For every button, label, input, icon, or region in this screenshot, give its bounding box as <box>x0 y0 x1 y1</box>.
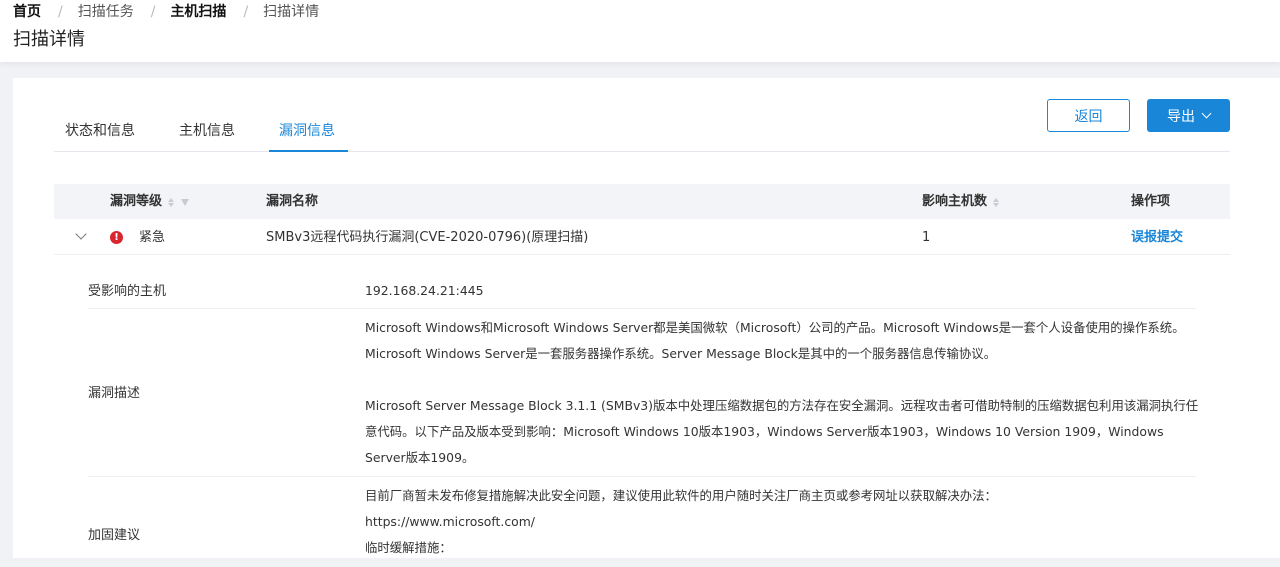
back-button[interactable]: 返回 <box>1047 99 1130 132</box>
fix-advice-label: 加固建议 <box>88 528 141 543</box>
breadcrumb-current: 扫描详情 <box>263 4 320 20</box>
column-name-label: 漏洞名称 <box>266 194 319 209</box>
detail-affected-hosts: 受影响的主机 192.168.24.21:445 <box>88 255 1196 309</box>
breadcrumb-separator: / <box>150 4 156 20</box>
export-dropdown-button[interactable]: 导出 <box>1147 99 1230 132</box>
vulnerability-name: SMBv3远程代码执行漏洞(CVE-2020-0796)(原理扫描) <box>266 230 589 245</box>
critical-alert-icon: ! <box>110 231 123 244</box>
affected-host-count: 1 <box>922 230 931 245</box>
content-card: 状态和信息 主机信息 漏洞信息 返回 导出 漏洞等级 漏洞名称 影响主机数 操作… <box>13 78 1280 558</box>
severity-level: 紧急 <box>139 230 166 245</box>
tab-vuln-info[interactable]: 漏洞信息 <box>279 122 335 140</box>
column-ops: 操作项 <box>1131 194 1170 210</box>
description-paragraph: Microsoft Windows和Microsoft Windows Serv… <box>365 320 1185 361</box>
breadcrumb-separator: / <box>243 4 249 20</box>
table-header: 漏洞等级 漏洞名称 影响主机数 操作项 <box>54 184 1230 219</box>
column-hosts-label: 影响主机数 <box>922 194 988 209</box>
active-tab-indicator <box>269 150 348 152</box>
chevron-down-icon <box>1201 108 1212 119</box>
column-hosts[interactable]: 影响主机数 <box>922 194 1000 210</box>
page-header: 首页 / 扫描任务 / 主机扫描 / 扫描详情 扫描详情 <box>0 0 1280 62</box>
column-level-label: 漏洞等级 <box>110 194 163 209</box>
fix-advice-paragraph: 临时缓解措施： <box>365 540 452 555</box>
export-button-label: 导出 <box>1167 108 1195 125</box>
description-text: Microsoft Windows和Microsoft Windows Serv… <box>365 315 1205 471</box>
detail-fix-advice: 加固建议 目前厂商暂未发布修复措施解决此安全问题，建议使用此软件的用户随时关注厂… <box>88 477 1196 567</box>
column-level[interactable]: 漏洞等级 <box>110 194 190 210</box>
breadcrumb-host-scan[interactable]: 主机扫描 <box>170 3 226 21</box>
fix-advice-paragraph: 目前厂商暂未发布修复措施解决此安全问题，建议使用此软件的用户随时关注厂商主页或参… <box>365 488 997 503</box>
breadcrumb-scan-tasks[interactable]: 扫描任务 <box>78 3 134 21</box>
column-name: 漏洞名称 <box>266 194 318 210</box>
breadcrumb-home[interactable]: 首页 <box>13 3 41 21</box>
tab-status-info[interactable]: 状态和信息 <box>65 122 135 140</box>
page-title: 扫描详情 <box>13 29 85 50</box>
fix-advice-text: 目前厂商暂未发布修复措施解决此安全问题，建议使用此软件的用户随时关注厂商主页或参… <box>365 483 1205 561</box>
column-ops-label: 操作项 <box>1131 194 1171 209</box>
sort-icon[interactable] <box>993 197 1000 207</box>
sort-icon[interactable] <box>168 197 175 207</box>
back-button-label: 返回 <box>1074 108 1103 125</box>
detail-description: 漏洞描述 Microsoft Windows和Microsoft Windows… <box>88 309 1198 477</box>
breadcrumb: 首页 / 扫描任务 / 主机扫描 / 扫描详情 <box>13 3 319 21</box>
tab-host-info[interactable]: 主机信息 <box>179 122 235 140</box>
false-positive-link[interactable]: 误报提交 <box>1131 230 1183 246</box>
description-paragraph: Microsoft Server Message Block 3.1.1 (SM… <box>365 398 1199 465</box>
breadcrumb-separator: / <box>58 4 63 20</box>
chevron-down-icon[interactable] <box>75 228 87 240</box>
vendor-url: https://www.microsoft.com/ <box>365 514 535 529</box>
table-row: ! 紧急 SMBv3远程代码执行漏洞(CVE-2020-0796)(原理扫描) … <box>54 219 1230 255</box>
description-label: 漏洞描述 <box>88 386 141 401</box>
affected-hosts-value: 192.168.24.21:445 <box>365 283 484 298</box>
affected-hosts-label: 受影响的主机 <box>88 284 167 299</box>
filter-icon[interactable] <box>181 198 190 206</box>
